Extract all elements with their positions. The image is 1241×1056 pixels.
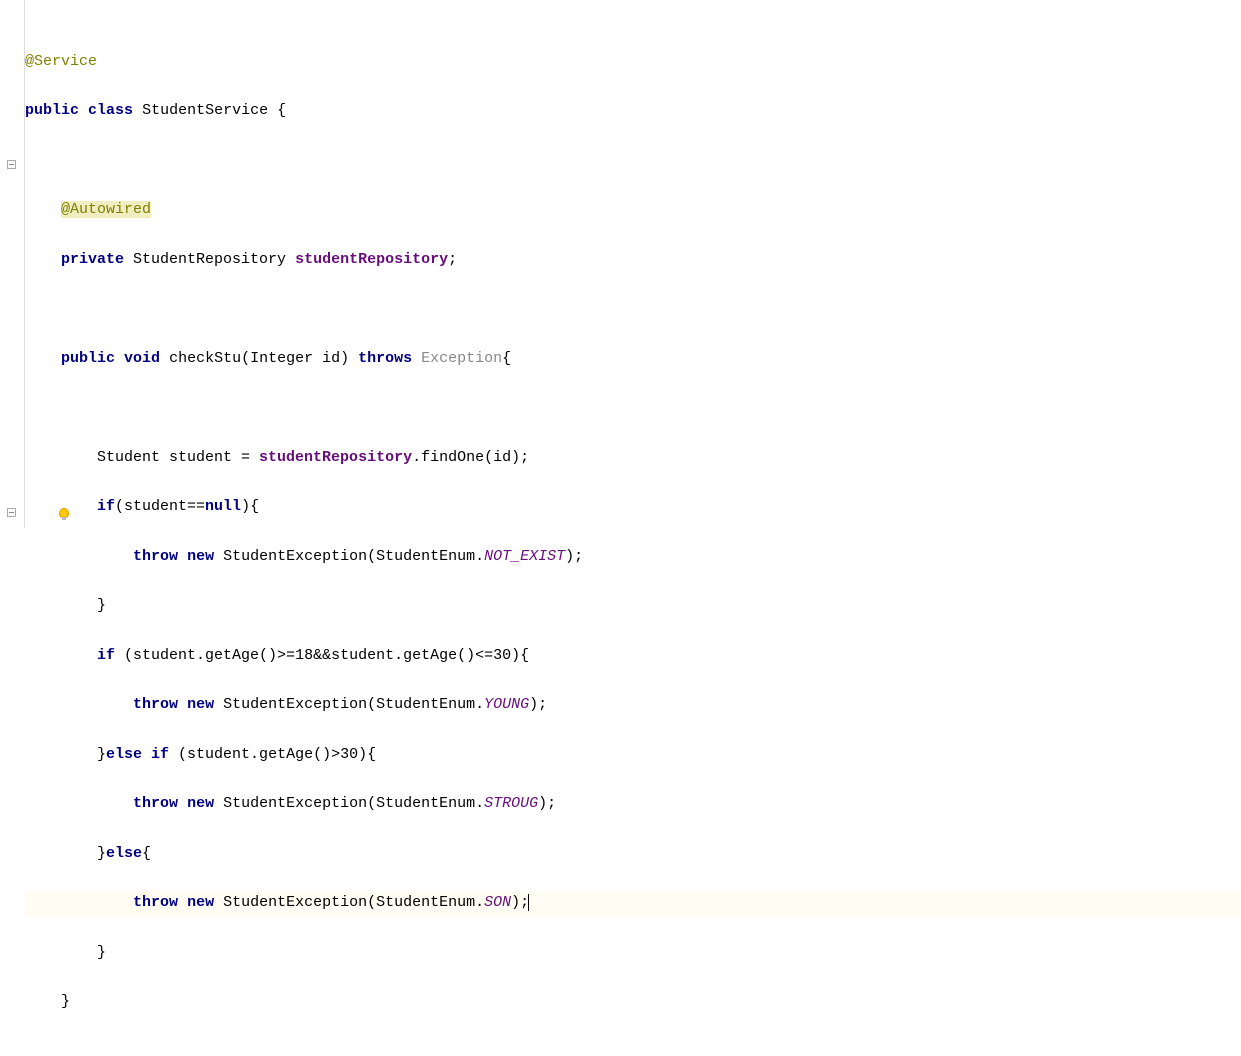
code-text: );: [565, 548, 583, 565]
code-line[interactable]: if(student==null){: [25, 495, 1241, 520]
brace: }: [97, 597, 106, 614]
keyword: throw: [133, 548, 178, 565]
code-line[interactable]: }: [25, 594, 1241, 619]
code-line[interactable]: @Autowired: [25, 198, 1241, 223]
field: studentRepository: [259, 449, 412, 466]
code-text: (student==: [115, 498, 205, 515]
code-editor[interactable]: @Service public class StudentService { @…: [0, 0, 1241, 528]
code-line[interactable]: if (student.getAge()>=18&&student.getAge…: [25, 644, 1241, 669]
annotation: @Service: [25, 53, 97, 70]
code-line[interactable]: [25, 396, 1241, 421]
keyword: public: [25, 102, 79, 119]
keyword: else if: [106, 746, 169, 763]
brace: }: [97, 746, 106, 763]
annotation-highlighted: @Autowired: [61, 201, 151, 218]
keyword: throw: [133, 795, 178, 812]
keyword: void: [124, 350, 160, 367]
brace: }: [97, 944, 106, 961]
constant: STROUG: [484, 795, 538, 812]
params: (Integer id): [241, 350, 358, 367]
code-line[interactable]: throw new StudentException(StudentEnum.S…: [25, 792, 1241, 817]
brace: }: [61, 993, 70, 1010]
fold-marker-icon[interactable]: [7, 160, 16, 169]
code-text: );: [511, 894, 529, 911]
code-area[interactable]: @Service public class StudentService { @…: [25, 0, 1241, 528]
field: studentRepository: [295, 251, 448, 268]
keyword: private: [61, 251, 124, 268]
code-line[interactable]: public class StudentService {: [25, 99, 1241, 124]
brace: {: [268, 102, 286, 119]
brace: {: [142, 845, 151, 862]
code-text: Student student =: [97, 449, 259, 466]
keyword: new: [187, 795, 214, 812]
code-line[interactable]: }: [25, 990, 1241, 1015]
code-line[interactable]: }else{: [25, 842, 1241, 867]
code-line[interactable]: [25, 297, 1241, 322]
number: 30: [340, 746, 358, 763]
code-text: ){: [241, 498, 259, 515]
number: 30: [493, 647, 511, 664]
keyword: new: [187, 548, 214, 565]
code-line[interactable]: Student student = studentRepository.find…: [25, 446, 1241, 471]
code-text: StudentException(StudentEnum.: [214, 894, 484, 911]
keyword: class: [88, 102, 133, 119]
code-text: ){: [358, 746, 376, 763]
code-text: StudentException(StudentEnum.: [214, 548, 484, 565]
keyword: else: [106, 845, 142, 862]
number: 18: [295, 647, 313, 664]
exception-type: Exception: [412, 350, 502, 367]
code-text: (student.getAge()>: [169, 746, 340, 763]
keyword: null: [205, 498, 241, 515]
code-text: ){: [511, 647, 529, 664]
constant: YOUNG: [484, 696, 529, 713]
code-line[interactable]: private StudentRepository studentReposit…: [25, 248, 1241, 273]
brace: {: [502, 350, 511, 367]
constant: NOT_EXIST: [484, 548, 565, 565]
keyword: new: [187, 894, 214, 911]
keyword: throw: [133, 894, 178, 911]
class-name: StudentService: [142, 102, 268, 119]
constant: SON: [484, 894, 511, 911]
brace: }: [97, 845, 106, 862]
fold-marker-icon[interactable]: [7, 508, 16, 517]
editor-gutter: [0, 0, 25, 528]
code-text: &&student.getAge()<=: [313, 647, 493, 664]
code-text: StudentException(StudentEnum.: [214, 696, 484, 713]
keyword: public: [61, 350, 115, 367]
keyword: new: [187, 696, 214, 713]
code-line[interactable]: }else if (student.getAge()>30){: [25, 743, 1241, 768]
semicolon: ;: [448, 251, 457, 268]
code-line[interactable]: throw new StudentException(StudentEnum.N…: [25, 545, 1241, 570]
keyword: if: [97, 647, 115, 664]
code-line[interactable]: @Service: [25, 50, 1241, 75]
code-text: (student.getAge()>=: [115, 647, 295, 664]
code-line-current[interactable]: throw new StudentException(StudentEnum.S…: [25, 891, 1241, 916]
code-text: );: [529, 696, 547, 713]
code-line[interactable]: public void checkStu(Integer id) throws …: [25, 347, 1241, 372]
type: StudentRepository: [124, 251, 295, 268]
code-text: StudentException(StudentEnum.: [214, 795, 484, 812]
method-name: checkStu: [160, 350, 241, 367]
code-line[interactable]: [25, 149, 1241, 174]
code-line[interactable]: throw new StudentException(StudentEnum.Y…: [25, 693, 1241, 718]
keyword: throw: [133, 696, 178, 713]
code-text: );: [538, 795, 556, 812]
code-line[interactable]: }: [25, 941, 1241, 966]
code-text: .findOne(id);: [412, 449, 529, 466]
keyword: if: [97, 498, 115, 515]
keyword: throws: [358, 350, 412, 367]
